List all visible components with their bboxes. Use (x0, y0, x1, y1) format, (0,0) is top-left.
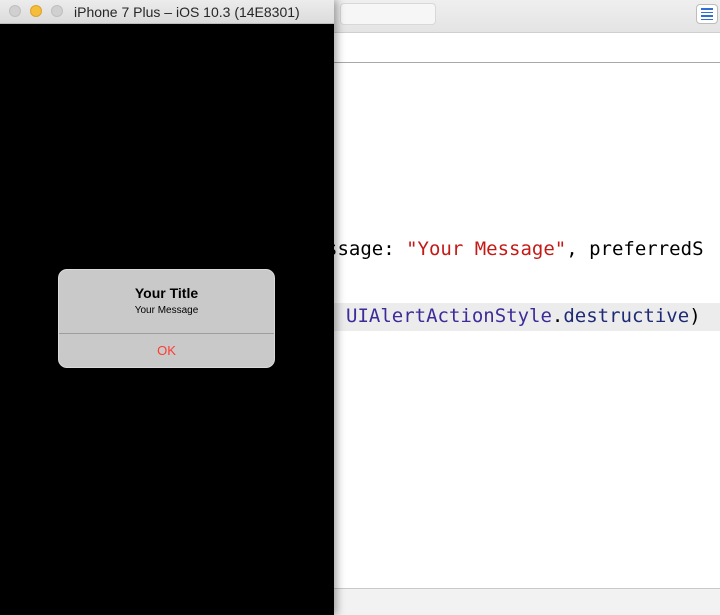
simulator-title: iPhone 7 Plus – iOS 10.3 (14E8301) (74, 4, 300, 20)
code-dot: . (551, 305, 564, 327)
close-window-button[interactable] (9, 5, 21, 17)
device-screen[interactable]: Your Title Your Message OK (0, 24, 334, 615)
code-type-name: UIAlertActionStyle (346, 305, 552, 327)
simulator-titlebar[interactable]: iPhone 7 Plus – iOS 10.3 (14E8301) (0, 0, 334, 24)
code-string-literal: "Your Message" (406, 238, 567, 260)
desktop: ssage: "Your Message", preferredS UIAler… (0, 0, 720, 615)
code-text: , preferredS (566, 238, 704, 260)
minimize-window-button[interactable] (30, 5, 42, 17)
code-line-message: ssage: "Your Message", preferredS (326, 236, 704, 262)
simulator-window: iPhone 7 Plus – iOS 10.3 (14E8301) Your … (0, 0, 334, 615)
alert-title: Your Title (134, 285, 199, 301)
alert-dialog: Your Title Your Message OK (58, 269, 275, 368)
code-member-name: destructive (563, 305, 690, 327)
code-line-action-style: UIAlertActionStyle.destructive) (334, 303, 720, 331)
toolbar-activity-field (340, 3, 436, 25)
standard-editor-icon[interactable] (696, 4, 718, 24)
zoom-window-button[interactable] (51, 5, 63, 17)
code-text: ssage: (326, 238, 407, 260)
code-text: ) (689, 305, 701, 327)
alert-ok-button[interactable]: OK (59, 334, 274, 367)
alert-message: Your Message (134, 305, 199, 316)
